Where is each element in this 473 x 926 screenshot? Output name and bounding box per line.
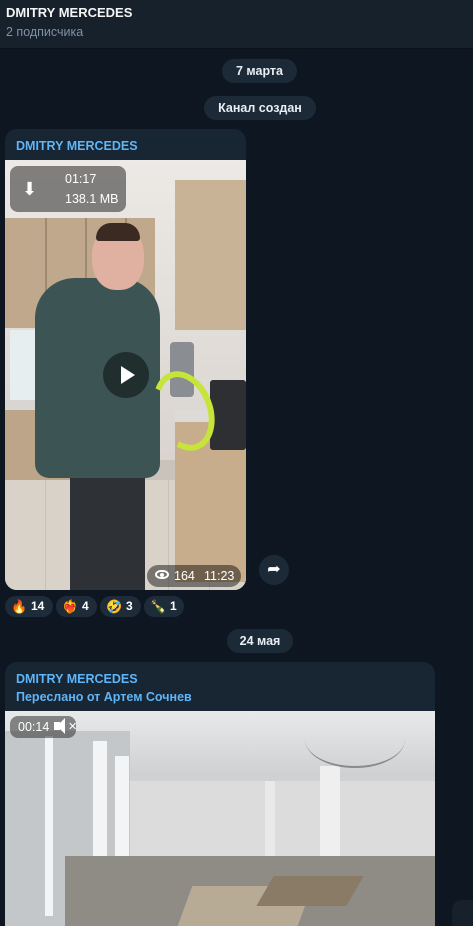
share-icon[interactable]: ➦ [259,555,289,585]
message-author[interactable]: DMITRY MERCEDES [16,139,138,153]
date-separator: 24 мая [227,629,293,653]
reaction-count: 1 [170,599,177,613]
video-duration-badge[interactable]: 00:14 ✕ [10,716,78,738]
channel-header[interactable]: DMITRY MERCEDES 2 подписчика [0,0,473,49]
reaction-laughing[interactable]: 🤣 3 [100,596,141,617]
message-time: 11:23 [204,569,235,583]
channel-title[interactable]: DMITRY MERCEDES [6,5,132,20]
mute-icon [54,718,65,734]
video-thumbnail[interactable] [5,711,435,926]
reaction-count: 4 [82,599,89,613]
forwarded-from[interactable]: Переслано от Артем Сочнев [16,690,192,704]
heart-fire-icon: ❤️‍🔥 [62,599,79,614]
fire-icon: 🔥 [11,599,28,614]
reaction-heart-on-fire[interactable]: ❤️‍🔥 4 [56,596,97,617]
service-message: Канал создан [204,96,316,120]
video-duration: 01:17 [65,172,97,186]
reaction-fire[interactable]: 🔥 14 [5,596,53,617]
video-duration: 00:14 [18,720,50,734]
download-icon: ⬇ [22,179,38,199]
views-icon [155,570,169,579]
reaction-champagne[interactable]: 🍾 1 [144,596,184,617]
mute-x-icon: ✕ [68,721,78,733]
download-button[interactable]: ⬇ 01:17 138.1 MB [10,166,126,212]
date-separator: 7 марта [222,59,297,83]
play-icon[interactable] [103,352,149,398]
video-size: 138.1 MB [65,192,119,206]
laughing-icon: 🤣 [106,599,123,614]
message-meta: 164 11:23 [147,565,241,587]
reaction-count: 3 [126,599,133,613]
reaction-count: 14 [31,599,45,613]
message-author[interactable]: DMITRY MERCEDES [16,672,138,686]
subscriber-count: 2 подписчика [6,25,84,39]
scroll-down-button[interactable] [452,900,473,926]
champagne-icon: 🍾 [150,599,167,614]
view-count: 164 [174,569,195,583]
